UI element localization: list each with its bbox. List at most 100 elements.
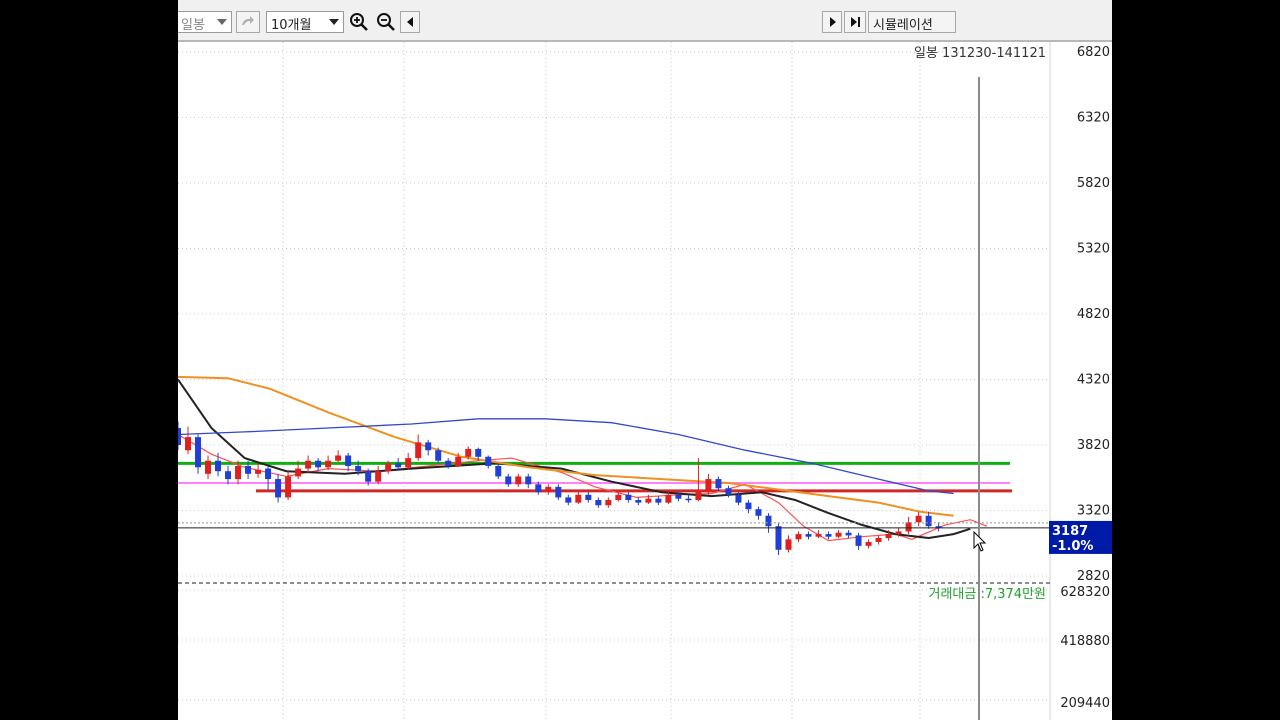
candle [915,511,922,527]
candle-body [275,479,282,498]
candle-body [335,455,342,461]
price-tick-label: 4320 [1077,373,1110,388]
candle-body [795,534,802,540]
candle [905,517,912,535]
candle-body [395,463,402,468]
candle-body [475,448,482,457]
candle-body [255,469,262,474]
price-tick-label: 4820 [1077,307,1110,322]
candle [485,455,492,469]
candle-body [295,468,302,477]
arrow-left-icon [407,17,413,27]
step-end-button[interactable] [844,11,866,33]
candle [635,497,642,506]
candle [265,465,272,490]
candle [335,450,342,463]
candle [785,535,792,553]
zoom-out-button[interactable] [375,11,397,33]
candle-body [885,534,892,539]
price-tick-label: 6320 [1077,111,1110,126]
price-tick-label: 3320 [1077,504,1110,519]
candle-body [355,465,362,472]
series-ma60 [178,375,954,517]
chart-type-select[interactable]: 일봉 [178,11,232,33]
candle [835,530,842,539]
candle-body [375,471,382,482]
candle-body [625,494,632,501]
candle-body [615,494,622,501]
candle-body [635,500,642,503]
candle [705,473,712,495]
candle-body [325,460,332,468]
candle [305,455,312,473]
candle-body [895,531,902,535]
zoom-in-button[interactable] [348,11,370,33]
candle [185,426,192,455]
candle [585,492,592,503]
candle-body [185,437,192,451]
candle [755,506,762,520]
series-ma20 [178,378,971,540]
candle-body [205,460,212,474]
candle [425,439,432,456]
candle [875,535,882,545]
price-tick-label: 6820 [1077,45,1110,60]
candle-body [195,437,202,468]
candle-body [845,532,852,536]
candle-body [305,460,312,469]
candle-body [875,538,882,542]
candle [595,497,602,508]
candle [805,531,812,540]
price-tick-label: 5320 [1077,242,1110,257]
candle-body [575,494,582,503]
candle-body [855,535,862,546]
candle [795,531,802,542]
candle-body [655,498,662,503]
candle-body [805,534,812,537]
candle-body [495,465,502,477]
candle-body [315,460,322,468]
chevron-down-icon [217,19,227,25]
series-ma5 [178,433,988,542]
candle-body [405,458,412,468]
chevron-down-icon [329,19,339,25]
price-tick-label: 5820 [1077,176,1110,191]
price-tick-label: 2820 [1077,569,1110,584]
volume-tick-label: 209440 [1060,696,1110,711]
simulation-label: 시뮬레이션 [873,18,933,33]
candle [685,494,692,503]
candle [555,484,562,501]
candle-body [735,494,742,503]
candle-body [595,500,602,506]
candle [855,532,862,550]
candle-body [455,456,462,466]
candle-body [755,509,762,516]
candle-body [675,494,682,499]
candle-body [585,494,592,501]
candle-body [725,488,732,495]
candle [275,473,282,503]
candle [375,465,382,485]
period-select[interactable]: 10개월 [266,11,344,33]
candle-body [365,471,372,482]
chart-type-label: 일봉 [181,18,205,33]
candle-body [905,522,912,532]
candle [545,484,552,495]
candle [575,492,582,504]
chart-overlay: 일봉 131230-141121 거래대금 :7,374만원 [178,46,1050,720]
price-chart: 일봉 131230-141121 거래대금 :7,374만원 6820 6320 58… [178,42,1112,720]
candle [395,458,402,470]
scroll-left-button[interactable] [400,11,420,33]
candle [825,531,832,540]
candle [605,497,612,508]
candle-body [535,484,542,493]
candle-body [215,460,222,472]
zoom-out-icon [377,13,395,31]
candle [415,434,422,461]
play-button[interactable] [822,11,842,33]
candle-body [235,465,242,480]
candle-body [715,479,722,489]
simulation-button[interactable]: 시뮬레이션 [868,11,956,33]
candle-body [545,486,552,493]
redo-button[interactable] [236,11,260,33]
